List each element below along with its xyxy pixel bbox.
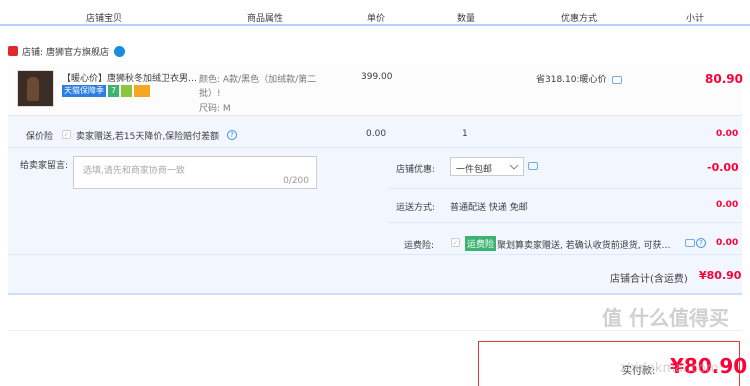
memo-input[interactable]: 选填,请先和商家协商一致 0/200 bbox=[73, 156, 317, 189]
item-subtotal: 80.90 bbox=[705, 72, 743, 86]
shop-discount-label: 店铺优惠: bbox=[396, 165, 436, 175]
unit-price: 399.00 bbox=[361, 72, 393, 82]
memo-placeholder: 选填,请先和商家协商一致 bbox=[83, 166, 185, 176]
freight-insurance-tag: 运费险 bbox=[465, 236, 497, 251]
col-qty: 数量 bbox=[457, 14, 476, 24]
freight-insurance-checkbox[interactable]: ✓ bbox=[451, 238, 460, 247]
gift-badge-icon[interactable] bbox=[121, 85, 132, 97]
divider bbox=[8, 254, 742, 255]
shop-discount-amount: -0.00 bbox=[707, 161, 739, 174]
discount-info-icon[interactable] bbox=[612, 76, 622, 84]
insurance-checkbox[interactable]: ✓ bbox=[62, 130, 71, 139]
watermark-logo: 值 什么值得买 bbox=[602, 306, 729, 330]
tmall-shop-icon bbox=[8, 46, 18, 56]
product-title-link[interactable]: 【暖心价】唐狮秋冬加绒卫衣男… bbox=[62, 71, 199, 84]
insurance-text: 卖家赠送,若15天降价,保险赔付差额 bbox=[76, 132, 220, 142]
attr-color-cont: 批）! bbox=[199, 89, 221, 99]
attr-color: 颜色: A款/黑色（加绒款/第二 bbox=[199, 75, 317, 85]
freight-insurance-amount: 0.00 bbox=[716, 238, 739, 248]
freight-insurance-label: 运费险: bbox=[404, 241, 435, 251]
memo-label: 给卖家留言: bbox=[20, 161, 69, 171]
col-price: 单价 bbox=[367, 14, 386, 24]
col-attributes: 商品属性 bbox=[247, 14, 284, 24]
divider bbox=[388, 222, 742, 223]
shipping-value: 普通配送 快递 免邮 bbox=[450, 203, 528, 213]
seven-day-return-badge[interactable]: 7 bbox=[108, 85, 119, 97]
wangwang-chat-icon[interactable] bbox=[114, 45, 126, 57]
product-thumbnail[interactable] bbox=[17, 70, 54, 107]
shop-label: 店铺: bbox=[22, 47, 44, 58]
shipping-amount: 0.00 bbox=[716, 200, 739, 210]
shop-name-link[interactable]: 唐狮官方旗舰店 bbox=[46, 45, 109, 58]
divider bbox=[8, 330, 742, 331]
memo-counter: 0/200 bbox=[283, 176, 309, 186]
watermark-url: zhidekmai.com bbox=[620, 361, 719, 376]
freight-chat-icon[interactable] bbox=[685, 239, 695, 247]
col-shop-items: 店铺宝贝 bbox=[86, 14, 123, 24]
insurance-price: 0.00 bbox=[366, 129, 387, 139]
card-badge-icon[interactable] bbox=[134, 85, 150, 97]
insurance-subtotal: 0.00 bbox=[716, 129, 739, 139]
divider bbox=[388, 188, 742, 189]
product-badges: 天猫保障季 7 bbox=[62, 85, 152, 97]
chevron-down-icon bbox=[509, 164, 519, 170]
attr-size: 尺码: M bbox=[199, 104, 231, 114]
col-discount: 优惠方式 bbox=[561, 14, 598, 24]
column-header: 店铺宝贝 商品属性 单价 数量 优惠方式 小计 bbox=[0, 0, 750, 26]
tmall-guarantee-badge[interactable]: 天猫保障季 bbox=[62, 85, 106, 97]
shop-line: 店铺: 唐狮官方旗舰店 bbox=[8, 44, 126, 58]
discount-text: 省318.10:暖心价 bbox=[536, 75, 607, 85]
insurance-label: 保价险 bbox=[26, 132, 54, 142]
freight-help-icon[interactable]: ? bbox=[696, 238, 706, 248]
discount-chat-icon[interactable] bbox=[528, 162, 538, 170]
order-bottom-border bbox=[8, 294, 742, 295]
shop-discount-select[interactable]: 一件包邮 bbox=[450, 157, 524, 176]
help-icon[interactable]: ? bbox=[227, 130, 237, 140]
freight-insurance-text: 聚划算卖家赠送, 若确认收货前退货, 可获… bbox=[497, 241, 671, 251]
shop-total-amount: ¥80.90 bbox=[699, 269, 742, 282]
shop-total-label: 店铺合计(含运费) bbox=[610, 274, 688, 285]
col-subtotal: 小计 bbox=[686, 14, 705, 24]
divider bbox=[8, 147, 742, 148]
shop-discount-value: 一件包邮 bbox=[456, 165, 493, 175]
shipping-label: 运送方式: bbox=[396, 203, 436, 213]
insurance-qty: 1 bbox=[462, 129, 468, 139]
